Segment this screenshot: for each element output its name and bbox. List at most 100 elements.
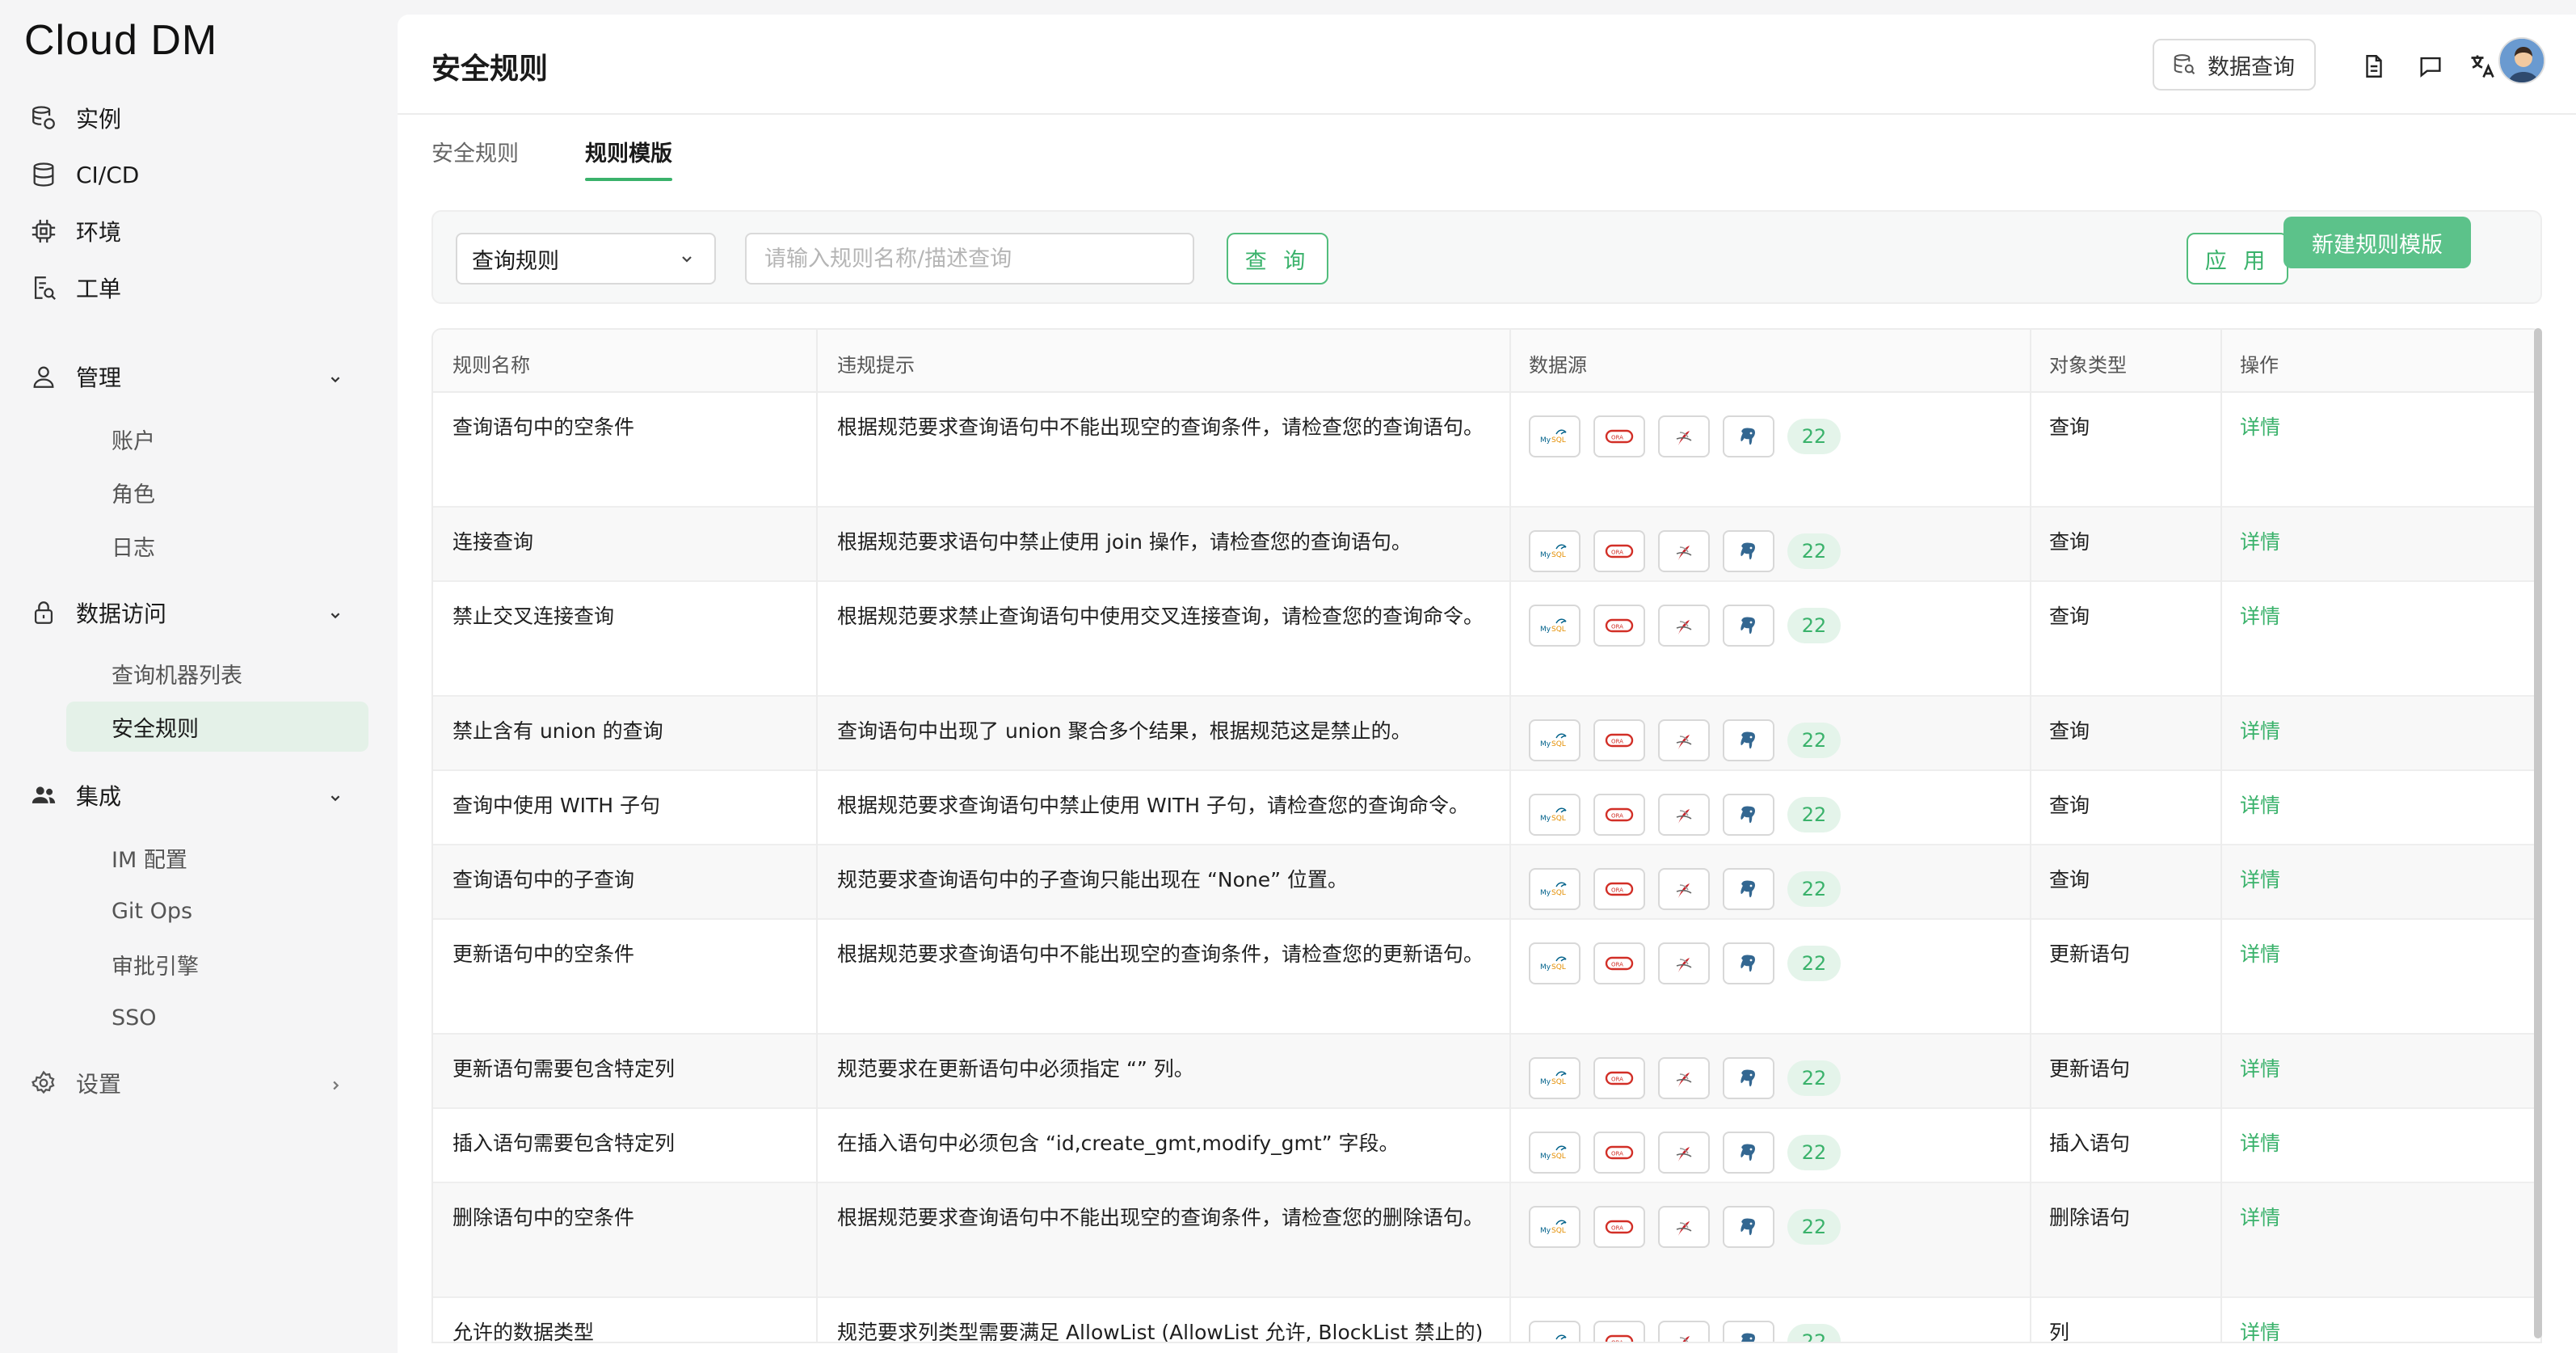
chevron-right-icon	[326, 1073, 344, 1100]
table-row: 禁止交叉连接查询 根据规范要求禁止查询语句中使用交叉连接查询，请检查您的查询命令。…	[433, 582, 2540, 697]
sidebar-item-tickets[interactable]: 工单	[29, 265, 368, 310]
avatar[interactable]	[2498, 37, 2545, 84]
sidebar-item-label: 环境	[76, 219, 122, 246]
sidebar-group-integration[interactable]: 集成	[29, 773, 368, 818]
table-row: 禁止含有 union 的查询 查询语句中出现了 union 聚合多个结果，根据规范…	[433, 697, 2540, 771]
user-icon	[29, 362, 58, 391]
detail-link[interactable]: 详情	[2240, 527, 2280, 558]
svg-text:My: My	[1540, 963, 1551, 972]
sidebar-group-data-access[interactable]: 数据访问	[29, 590, 368, 635]
svg-text:SQL: SQL	[1551, 815, 1566, 823]
column-divider	[816, 582, 818, 697]
mysql-icon: MySQL	[1529, 719, 1581, 761]
postgresql-icon	[1723, 1057, 1774, 1099]
detail-link[interactable]: 详情	[2240, 865, 2280, 896]
sidebar-item-security-rules[interactable]: 安全规则	[66, 702, 368, 752]
svg-text:My: My	[1540, 436, 1551, 445]
translate-icon[interactable]	[2466, 50, 2498, 82]
datasource-count-badge[interactable]: 22	[1787, 1135, 1841, 1170]
sidebar-group-label: 管理	[76, 365, 122, 391]
sidebar-item-query-machines[interactable]: 查询机器列表	[66, 648, 368, 698]
sidebar-item-im-config[interactable]: IM 配置	[66, 832, 368, 883]
object-type: 查询	[2049, 794, 2090, 817]
datasource-count-badge[interactable]: 22	[1787, 1209, 1841, 1245]
datasource-count-badge[interactable]: 22	[1787, 419, 1841, 454]
sidebar-item-sso[interactable]: SSO	[66, 993, 368, 1043]
svg-text:ORA: ORA	[1611, 1151, 1623, 1157]
rule-search-input[interactable]	[745, 233, 1194, 285]
page-title: 安全规则	[431, 53, 549, 86]
tab-security-rules[interactable]: 安全规则	[431, 136, 519, 167]
violation-tip: 根据规范要求语句中禁止使用 join 操作，请检查您的查询语句。	[837, 530, 1412, 554]
brand-logo[interactable]: Cloud DM	[24, 16, 217, 65]
sidebar-item-instances[interactable]: 实例	[29, 95, 368, 141]
detail-link[interactable]: 详情	[2240, 939, 2280, 970]
sidebar-item-logs[interactable]: 日志	[66, 521, 368, 571]
column-divider	[2030, 1298, 2031, 1342]
detail-link[interactable]: 详情	[2240, 716, 2280, 747]
sidebar-item-roles[interactable]: 角色	[66, 467, 368, 517]
table-scrollbar[interactable]	[2534, 328, 2542, 1338]
violation-tip: 根据规范要求禁止查询语句中使用交叉连接查询，请检查您的查询命令。	[837, 605, 1484, 628]
column-header-datasource: 数据源	[1529, 354, 1587, 377]
document-icon[interactable]	[2358, 50, 2390, 82]
column-divider	[2030, 393, 2031, 508]
chevron-down-icon	[326, 367, 344, 394]
detail-link[interactable]: 详情	[2240, 790, 2280, 821]
column-divider	[2220, 920, 2222, 1035]
oracle-icon: ORA	[1593, 1206, 1645, 1248]
datasource-icons: MySQL ORA 22	[1529, 1206, 1841, 1248]
sqlserver-icon	[1658, 868, 1710, 910]
column-divider	[816, 697, 818, 771]
data-query-label: 数据查询	[2208, 54, 2295, 80]
detail-link[interactable]: 详情	[2240, 1317, 2280, 1342]
sidebar-item-git-ops[interactable]: Git Ops	[66, 886, 368, 936]
datasource-count-badge[interactable]: 22	[1787, 946, 1841, 981]
oracle-icon: ORA	[1593, 868, 1645, 910]
svg-text:SQL: SQL	[1551, 1078, 1566, 1086]
svg-text:My: My	[1540, 1342, 1551, 1343]
sidebar-item-cicd[interactable]: CI/CD	[29, 152, 368, 197]
sidebar-item-accounts[interactable]: 账户	[66, 414, 368, 464]
chat-icon[interactable]	[2414, 50, 2447, 82]
detail-link[interactable]: 详情	[2240, 1128, 2280, 1159]
violation-tip: 规范要求查询语句中的子查询只能出现在 “None” 位置。	[837, 868, 1349, 891]
sidebar-group-management[interactable]: 管理	[29, 354, 368, 399]
object-type: 列	[2049, 1321, 2070, 1343]
rule-type-select[interactable]: 查询规则	[456, 233, 716, 285]
datasource-count-badge[interactable]: 22	[1787, 608, 1841, 643]
oracle-icon: ORA	[1593, 415, 1645, 457]
sqlserver-icon	[1658, 530, 1710, 572]
datasource-count-badge[interactable]: 22	[1787, 797, 1841, 832]
datasource-count-badge[interactable]: 22	[1787, 533, 1841, 569]
detail-link[interactable]: 详情	[2240, 412, 2280, 443]
rule-name: 查询语句中的子查询	[452, 868, 635, 891]
sidebar-item-settings[interactable]: 设置	[29, 1060, 368, 1106]
tab-rule-templates[interactable]: 规则模版	[585, 136, 672, 181]
violation-tip: 规范要求列类型需要满足 AllowList (AllowList 允许, Blo…	[837, 1321, 1484, 1343]
column-divider	[2220, 330, 2222, 393]
detail-link[interactable]: 详情	[2240, 1203, 2280, 1233]
column-divider	[816, 920, 818, 1035]
violation-tip: 查询语句中出现了 union 聚合多个结果，根据规范这是禁止的。	[837, 719, 1412, 743]
sidebar-item-environment[interactable]: 环境	[29, 209, 368, 254]
column-divider	[1509, 1298, 1511, 1342]
svg-text:My: My	[1540, 740, 1551, 748]
detail-link[interactable]: 详情	[2240, 601, 2280, 632]
datasource-icons: MySQL ORA 22	[1529, 719, 1841, 761]
apply-button[interactable]: 应 用	[2187, 233, 2288, 285]
column-divider	[2030, 1183, 2031, 1298]
query-button[interactable]: 查 询	[1227, 233, 1328, 285]
violation-tip: 根据规范要求查询语句中不能出现空的查询条件，请检查您的更新语句。	[837, 942, 1484, 966]
datasource-count-badge[interactable]: 22	[1787, 1324, 1841, 1342]
detail-link[interactable]: 详情	[2240, 1054, 2280, 1085]
datasource-count-badge[interactable]: 22	[1787, 871, 1841, 907]
datasource-count-badge[interactable]: 22	[1787, 1060, 1841, 1096]
mysql-icon: MySQL	[1529, 868, 1581, 910]
sidebar-item-approval-engine[interactable]: 审批引擎	[66, 939, 368, 989]
ticket-search-icon	[29, 273, 58, 302]
new-rule-template-button[interactable]: 新建规则模版	[2283, 217, 2471, 268]
data-query-button[interactable]: 数据查询	[2153, 39, 2316, 91]
datasource-count-badge[interactable]: 22	[1787, 723, 1841, 758]
sqlserver-icon	[1658, 1321, 1710, 1342]
